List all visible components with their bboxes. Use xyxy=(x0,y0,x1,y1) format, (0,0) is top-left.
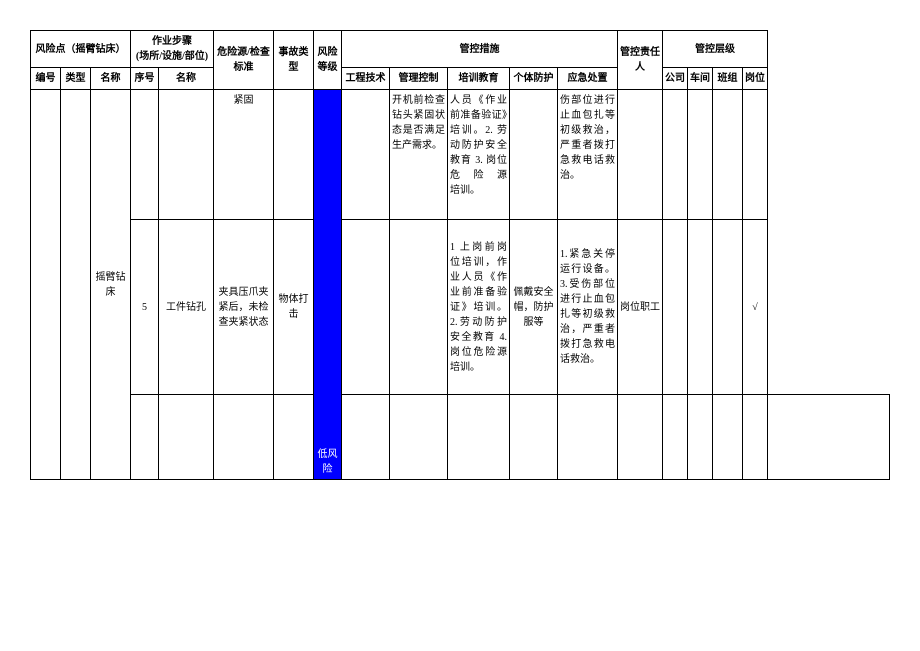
table-row: 摇臂钻床 紧固 低风险 开机前检查钻头紧固状态是否满足生产需求。 人员《作业前准… xyxy=(31,90,890,220)
cell-company xyxy=(663,220,688,395)
header-control-person: 管控责任人 xyxy=(618,31,663,90)
cell-mgmt xyxy=(390,220,448,395)
cell-empty xyxy=(390,395,448,480)
header-eng: 工程技术 xyxy=(342,68,390,90)
cell-seq xyxy=(131,90,159,220)
cell-person: 岗位职工 xyxy=(618,220,663,395)
cell-eng xyxy=(342,90,390,220)
header-control-level: 管控层级 xyxy=(663,31,768,68)
cell-empty xyxy=(768,395,890,480)
header-num: 编号 xyxy=(31,68,61,90)
cell-company xyxy=(663,90,688,220)
header-emergency: 应急处置 xyxy=(558,68,618,90)
cell-empty xyxy=(131,395,159,480)
cell-workshop xyxy=(688,220,713,395)
cell-risk-level: 低风险 xyxy=(314,90,342,480)
cell-ppe: 佩戴安全帽，防护服等 xyxy=(510,220,558,395)
cell-eng xyxy=(342,220,390,395)
cell-empty xyxy=(618,395,663,480)
header-row-1: 风险点（摇臂钻床） 作业步骤 (场所/设施/部位) 危险源/检查标准 事故类型 … xyxy=(31,31,890,68)
cell-post: √ xyxy=(743,220,768,395)
cell-empty xyxy=(713,395,743,480)
table-row: 5 工件钻孔 夹具压爪夹紧后，未检查夹紧状态 物体打击 1 上岗前岗位培训，作业… xyxy=(31,220,890,395)
cell-person xyxy=(618,90,663,220)
header-seq: 序号 xyxy=(131,68,159,90)
cell-empty xyxy=(688,395,713,480)
header-work-step: 作业步骤 (场所/设施/部位) xyxy=(131,31,214,68)
table-row xyxy=(31,395,890,480)
cell-team xyxy=(713,90,743,220)
cell-empty xyxy=(510,395,558,480)
cell-hazard: 夹具压爪夹紧后，未检查夹紧状态 xyxy=(214,220,274,395)
risk-assessment-table: 风险点（摇臂钻床） 作业步骤 (场所/设施/部位) 危险源/检查标准 事故类型 … xyxy=(30,30,890,480)
cell-empty xyxy=(743,395,768,480)
header-post: 岗位 xyxy=(743,68,768,90)
header-type: 类型 xyxy=(61,68,91,90)
header-row-2: 编号 类型 名称 序号 名称 工程技术 管理控制 培训教育 个体防护 应急处置 … xyxy=(31,68,890,90)
cell-stepname xyxy=(159,90,214,220)
cell-emergency: 1.紧急关停运行设备。3.受伤部位进行止血包扎等初级救治，严重者拨打急救电话救治… xyxy=(558,220,618,395)
header-mgmt: 管理控制 xyxy=(390,68,448,90)
header-workshop: 车间 xyxy=(688,68,713,90)
cell-empty xyxy=(159,395,214,480)
cell-empty xyxy=(342,395,390,480)
cell-accident xyxy=(274,90,314,220)
cell-stepname: 工件钻孔 xyxy=(159,220,214,395)
header-ppe: 个体防护 xyxy=(510,68,558,90)
cell-num xyxy=(31,90,61,480)
cell-post xyxy=(743,90,768,220)
cell-empty xyxy=(448,395,510,480)
cell-emergency: 伤部位进行止血包扎等初级救治，严重者拨打急救电话救治。 xyxy=(558,90,618,220)
cell-hazard: 紧固 xyxy=(214,90,274,220)
cell-seq: 5 xyxy=(131,220,159,395)
header-train: 培训教育 xyxy=(448,68,510,90)
cell-train: 人员《作业前准备验证》培训。2. 劳动防护安全教育 3. 岗位危险源 培训。 xyxy=(448,90,510,220)
header-step-name: 名称 xyxy=(159,68,214,90)
header-hazard-source: 危险源/检查标准 xyxy=(214,31,274,90)
cell-name: 摇臂钻床 xyxy=(91,90,131,480)
cell-workshop xyxy=(688,90,713,220)
cell-empty xyxy=(663,395,688,480)
header-risk-level: 风险等级 xyxy=(314,31,342,90)
cell-ppe xyxy=(510,90,558,220)
cell-accident: 物体打击 xyxy=(274,220,314,395)
header-name: 名称 xyxy=(91,68,131,90)
cell-team xyxy=(713,220,743,395)
cell-mgmt: 开机前检查钻头紧固状态是否满足生产需求。 xyxy=(390,90,448,220)
header-risk-point: 风险点（摇臂钻床） xyxy=(31,31,131,68)
header-control-measures: 管控措施 xyxy=(342,31,618,68)
cell-empty xyxy=(274,395,314,480)
cell-empty xyxy=(558,395,618,480)
cell-cat xyxy=(61,90,91,480)
cell-train: 1 上岗前岗位培训，作业人员《作业前准备验证》培训。2.劳动防护安全教育 4.岗… xyxy=(448,220,510,395)
header-team: 班组 xyxy=(713,68,743,90)
header-company: 公司 xyxy=(663,68,688,90)
header-accident-type: 事故类型 xyxy=(274,31,314,90)
cell-empty xyxy=(214,395,274,480)
